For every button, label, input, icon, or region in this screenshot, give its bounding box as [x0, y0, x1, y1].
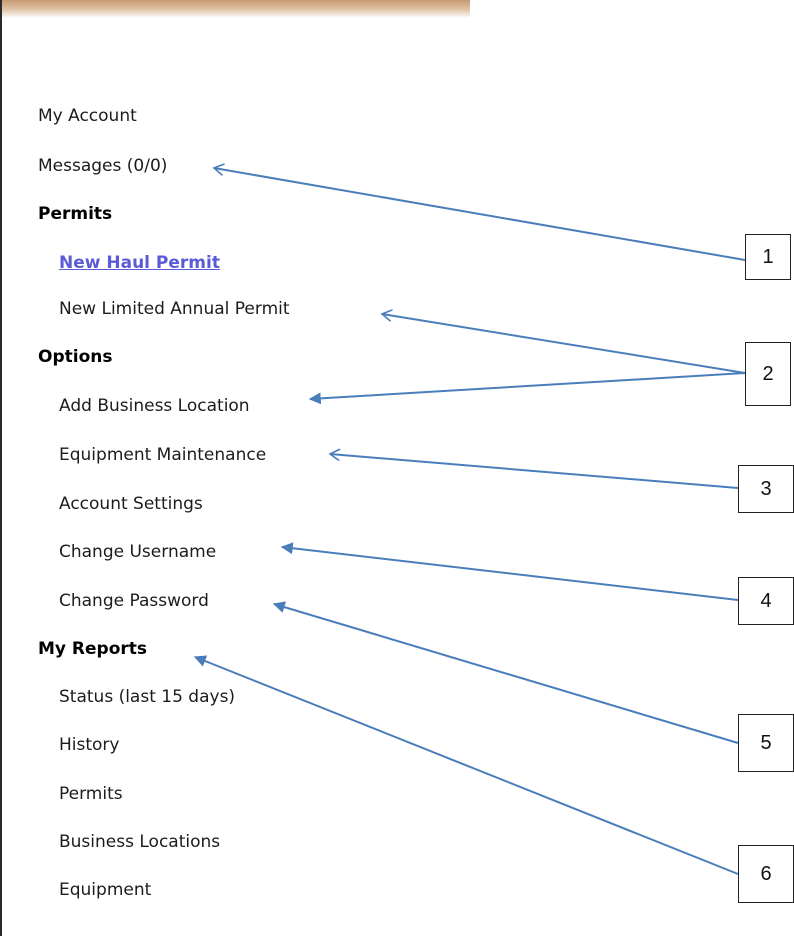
section-header-permits: Permits — [38, 204, 113, 224]
arrow-4-change-username — [280, 542, 739, 601]
callout-box-5: 5 — [738, 714, 794, 772]
callout-box-6: 6 — [738, 845, 794, 903]
menu-business-locations[interactable]: Business Locations — [59, 832, 220, 852]
arrow-1-messages — [214, 168, 746, 261]
arrow-2-business-location — [308, 372, 746, 405]
section-header-my-reports: My Reports — [38, 639, 148, 659]
arrow-2-limited-annual — [382, 314, 746, 374]
left-border — [0, 0, 2, 936]
arrow-6-my-reports — [193, 655, 739, 875]
menu-new-limited-annual-permit[interactable]: New Limited Annual Permit — [59, 299, 290, 319]
callout-box-2: 2 — [745, 342, 791, 406]
menu-new-haul-permit[interactable]: New Haul Permit — [59, 253, 220, 273]
section-header-options: Options — [38, 347, 113, 367]
menu-status-last-15-days[interactable]: Status (last 15 days) — [59, 687, 235, 707]
callout-box-1: 1 — [745, 234, 791, 280]
arrow-3-equipment-maintenance — [330, 454, 739, 489]
menu-messages[interactable]: Messages (0/0) — [38, 156, 167, 176]
menu-equipment[interactable]: Equipment — [59, 880, 151, 900]
callout-box-4: 4 — [738, 577, 794, 625]
menu-account-settings[interactable]: Account Settings — [59, 494, 203, 514]
menu-change-password[interactable]: Change Password — [59, 591, 209, 611]
menu-change-username[interactable]: Change Username — [59, 542, 216, 562]
menu-permits-report[interactable]: Permits — [59, 784, 123, 804]
menu-add-business-location[interactable]: Add Business Location — [59, 396, 250, 416]
header-gradient-strip — [2, 0, 470, 18]
callout-box-3: 3 — [738, 465, 794, 513]
menu-history[interactable]: History — [59, 735, 119, 755]
menu-my-account[interactable]: My Account — [38, 106, 137, 126]
menu-equipment-maintenance[interactable]: Equipment Maintenance — [59, 445, 266, 465]
arrow-5-change-password — [272, 601, 739, 744]
